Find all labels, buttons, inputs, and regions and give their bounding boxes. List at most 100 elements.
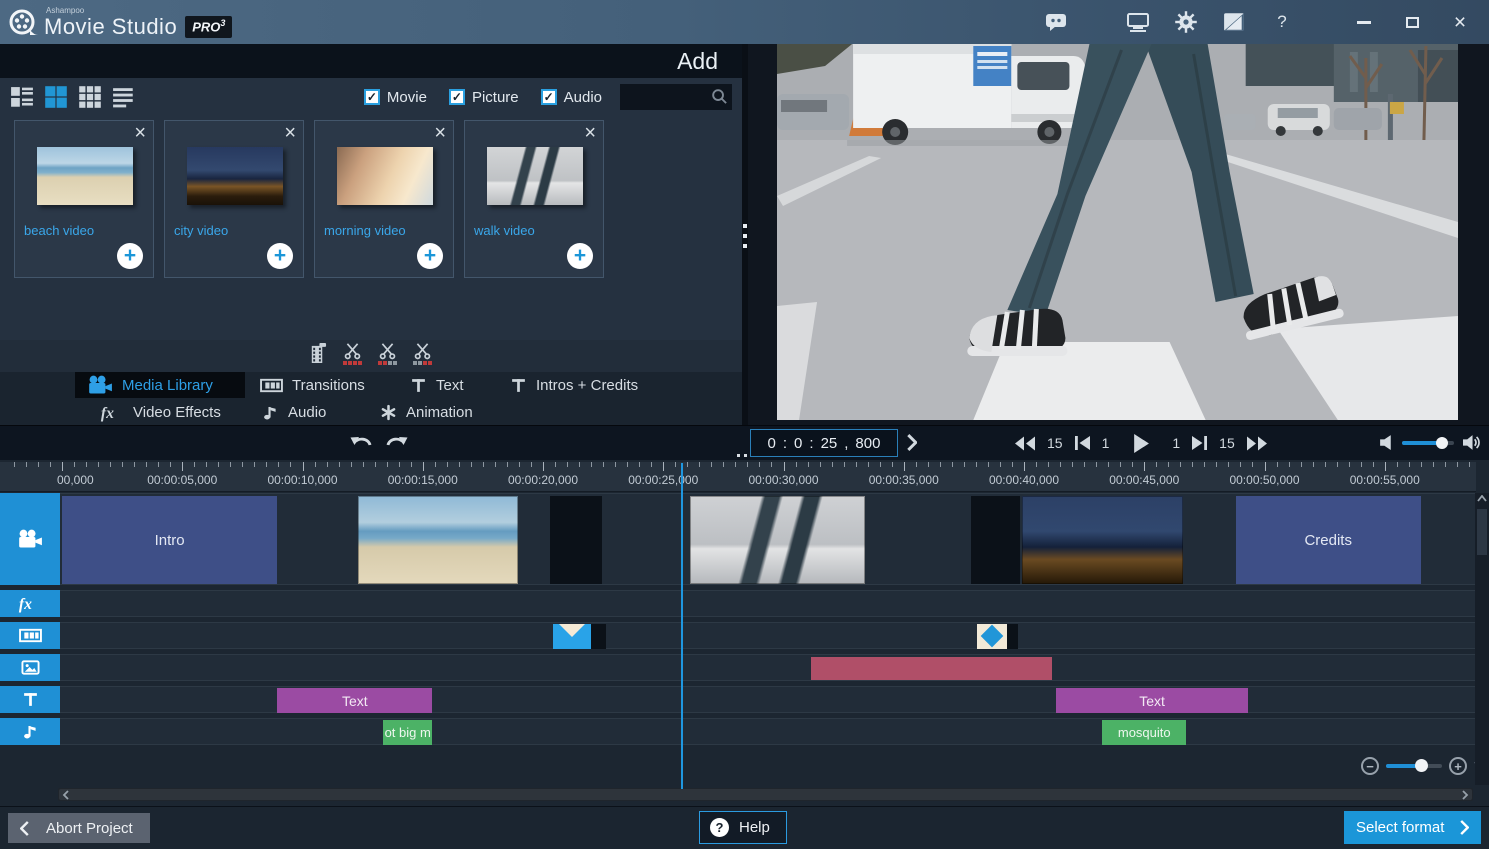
apply-to-film-icon[interactable]	[308, 343, 327, 364]
track-header-audio[interactable]	[0, 718, 60, 745]
filter-picture[interactable]: ✓ Picture	[448, 89, 519, 106]
goto-next-icon[interactable]	[906, 434, 917, 451]
step-back-icon[interactable]	[1074, 435, 1091, 451]
add-to-timeline-button[interactable]: +	[417, 243, 443, 269]
add-to-timeline-button[interactable]: +	[117, 243, 143, 269]
checkbox-audio[interactable]: ✓	[540, 89, 557, 105]
playhead[interactable]	[681, 463, 684, 789]
tab-audio[interactable]: Audio	[250, 399, 338, 425]
cut-clip-icon[interactable]	[343, 343, 362, 365]
step-forward-icon[interactable]	[1191, 435, 1208, 451]
vertical-scrollbar[interactable]	[1475, 493, 1489, 785]
track-lane-images[interactable]	[60, 654, 1476, 681]
view-list-icon[interactable]	[112, 86, 136, 108]
mute-icon[interactable]	[1380, 434, 1393, 451]
transition-wipe-icon[interactable]	[552, 624, 591, 649]
remove-media-icon[interactable]: ×	[134, 123, 146, 143]
timeline-ruler[interactable]: 00,000 00:00:05,000 00:00:10,000 00:00:15,0…	[0, 462, 1476, 492]
tab-text[interactable]: Text	[398, 372, 476, 398]
cut-right-icon[interactable]	[413, 343, 432, 365]
add-to-timeline-button[interactable]: +	[267, 243, 293, 269]
clip-text[interactable]: Text	[277, 688, 433, 713]
h-scroll-thumb[interactable]	[59, 789, 1472, 800]
clip-intro[interactable]: Intro	[62, 496, 278, 584]
zoom-slider[interactable]	[1386, 759, 1442, 772]
help-button[interactable]: ? Help	[699, 811, 787, 844]
track-lane-effects[interactable]	[60, 590, 1476, 617]
transition-diamond-icon[interactable]	[977, 624, 1008, 649]
checkbox-picture[interactable]: ✓	[448, 89, 465, 105]
volume-slider[interactable]	[1402, 436, 1454, 449]
view-grid-small-icon[interactable]	[78, 86, 102, 108]
v-scroll-thumb[interactable]	[1477, 509, 1487, 555]
feedback-icon[interactable]	[1045, 12, 1067, 32]
filter-movie[interactable]: ✓ Movie	[363, 89, 427, 106]
tab-intros-credits[interactable]: Intros + Credits	[498, 372, 650, 398]
clip-walk-video[interactable]	[689, 496, 866, 584]
cut-left-icon[interactable]	[378, 343, 397, 365]
media-card-beach[interactable]: × beach video +	[14, 120, 154, 278]
tab-video-effects[interactable]: fx Video Effects	[88, 399, 233, 425]
zoom-knob[interactable]	[1415, 759, 1429, 772]
remove-media-icon[interactable]: ×	[284, 123, 296, 143]
tab-animation[interactable]: Animation	[368, 399, 485, 425]
timecode-display[interactable]: 0:0:25, 800	[750, 429, 898, 457]
clip-text[interactable]: Text	[1056, 688, 1248, 713]
filter-audio[interactable]: ✓ Audio	[540, 89, 602, 106]
close-button[interactable]: ×	[1449, 12, 1471, 33]
track-header-text[interactable]	[0, 686, 60, 713]
track-header-images[interactable]	[0, 654, 60, 681]
monitor-icon[interactable]	[1127, 12, 1149, 32]
transition-diamond[interactable]	[977, 624, 1018, 649]
clip-image[interactable]	[811, 657, 1052, 680]
undo-icon[interactable]	[350, 433, 374, 451]
jump-back-icon[interactable]	[1014, 436, 1036, 451]
play-icon[interactable]	[1132, 433, 1150, 453]
media-card-city[interactable]: × city video +	[164, 120, 304, 278]
clip-city-video[interactable]	[1021, 496, 1183, 584]
view-grid-large-icon[interactable]	[44, 86, 68, 108]
tab-media-library[interactable]: Media Library	[75, 372, 245, 398]
track-lane-video[interactable]: Intro Credits	[60, 493, 1476, 585]
remove-media-icon[interactable]: ×	[584, 123, 596, 143]
zoom-out-button[interactable]: −	[1361, 757, 1379, 775]
scroll-up-icon[interactable]	[1477, 495, 1487, 502]
video-frame[interactable]	[777, 44, 1458, 420]
add-to-timeline-button[interactable]: +	[567, 243, 593, 269]
track-header-video[interactable]	[0, 493, 60, 585]
volume-knob[interactable]	[1436, 436, 1449, 449]
jump-forward-icon[interactable]	[1246, 436, 1268, 451]
clip-beach-video[interactable]	[357, 496, 518, 584]
track-header-transitions[interactable]	[0, 622, 60, 649]
view-detail-icon[interactable]	[10, 86, 34, 108]
track-header-effects[interactable]: fx	[0, 590, 60, 617]
track-lane-text[interactable]: Text Text	[60, 686, 1476, 713]
media-card-morning[interactable]: × morning video +	[314, 120, 454, 278]
track-lane-audio[interactable]: ot big m mosquito	[60, 718, 1476, 745]
maximize-button[interactable]	[1401, 12, 1423, 32]
minimize-button[interactable]	[1353, 12, 1375, 32]
clip-empty[interactable]	[550, 496, 602, 584]
add-button[interactable]: Add	[677, 48, 718, 75]
remove-media-icon[interactable]: ×	[434, 123, 446, 143]
scroll-right-icon[interactable]	[1461, 788, 1469, 801]
clip-empty[interactable]	[971, 496, 1021, 584]
horizontal-scrollbar[interactable]	[58, 788, 1473, 801]
tab-transitions[interactable]: Transitions	[248, 372, 377, 398]
clip-audio[interactable]: mosquito	[1102, 720, 1187, 745]
settings-gear-icon[interactable]	[1175, 11, 1197, 33]
media-card-walk[interactable]: × walk video +	[464, 120, 604, 278]
redo-icon[interactable]	[384, 433, 408, 451]
edit-notes-icon[interactable]	[1223, 12, 1245, 32]
help-icon[interactable]: ?	[1271, 12, 1293, 32]
zoom-in-button[interactable]: +	[1449, 757, 1467, 775]
abort-project-button[interactable]: Abort Project	[8, 813, 150, 843]
clip-audio[interactable]: ot big m	[383, 720, 433, 745]
speaker-icon[interactable]	[1463, 434, 1481, 451]
scroll-left-icon[interactable]	[62, 788, 70, 801]
track-lane-transitions[interactable]	[60, 622, 1476, 649]
select-format-button[interactable]: Select format	[1344, 811, 1481, 844]
clip-credits[interactable]: Credits	[1235, 496, 1421, 584]
transition-wipe[interactable]	[552, 624, 606, 649]
checkbox-movie[interactable]: ✓	[363, 89, 380, 105]
